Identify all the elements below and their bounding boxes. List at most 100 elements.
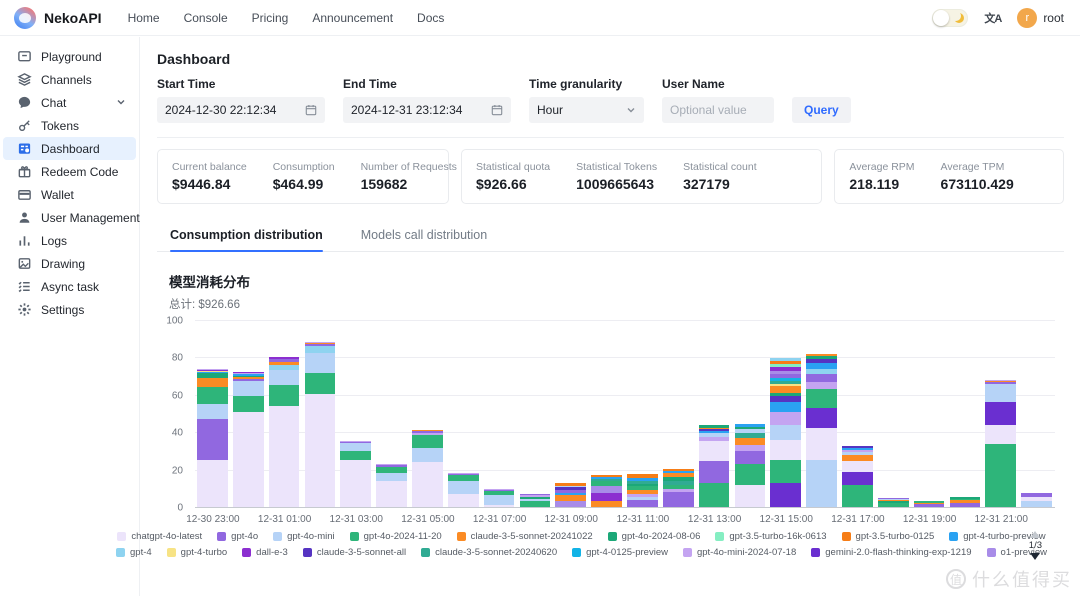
query-button[interactable]: Query (792, 97, 851, 123)
legend-item-claude-3-5-sonnet-20241022[interactable]: claude-3-5-sonnet-20241022 (457, 531, 593, 542)
nav-link-announcement[interactable]: Announcement (312, 11, 393, 25)
stat-label: Number of Requests (361, 161, 457, 173)
app-window: NekoAPI Home Console Pricing Announcemen… (0, 0, 1080, 596)
nav-link-home[interactable]: Home (128, 11, 160, 25)
segment-chatgpt-4o-latest (484, 505, 515, 507)
legend-item-gpt-3.5-turbo-16k-0613[interactable]: gpt-3.5-turbo-16k-0613 (715, 531, 826, 542)
legend-label: claude-3-5-sonnet-20241022 (471, 531, 593, 542)
sidebar-item-settings[interactable]: Settings (3, 298, 136, 321)
legend-item-gpt-4o-mini-2024-07-18[interactable]: gpt-4o-mini-2024-07-18 (683, 547, 796, 558)
tab-models-call-distribution[interactable]: Models call distribution (361, 228, 487, 251)
segment-gpt-4o-2024-11-20 (735, 464, 766, 485)
granularity-select[interactable]: Hour (529, 97, 644, 123)
language-switch-icon[interactable]: 文A (984, 10, 1001, 26)
x-tick-label: 12-31 21:00 (975, 514, 1028, 525)
legend-swatch-icon (842, 532, 851, 541)
stat-label: Current balance (172, 161, 247, 173)
sidebar-item-drawing[interactable]: Drawing (3, 252, 136, 275)
stat-label: Average RPM (849, 161, 914, 173)
legend-label: gpt-4o-mini (287, 531, 335, 542)
legend-pager: 1/3 (1029, 531, 1042, 560)
end-time-input[interactable]: 2024-12-31 23:12:34 (343, 97, 511, 123)
sidebar-item-logs[interactable]: Logs (3, 229, 136, 252)
segment-gpt-4o-mini (448, 481, 479, 494)
segment-gpt-4o (914, 504, 945, 507)
bar-12-31 09:00 (555, 483, 586, 507)
sidebar-item-label: Dashboard (41, 142, 100, 156)
user-name-input[interactable]: Optional value (662, 97, 774, 123)
brand[interactable]: NekoAPI (14, 7, 102, 29)
segment-gpt-4o-2024-11-20 (842, 485, 873, 507)
bar-12-31 15:00 (770, 358, 801, 507)
legend-item-gpt-4o[interactable]: gpt-4o (217, 531, 258, 542)
segment-gpt-4o-mini (340, 443, 371, 450)
legend-item-claude-3-5-sonnet-all[interactable]: claude-3-5-sonnet-all (303, 547, 406, 558)
legend-item-gpt-4o-mini[interactable]: gpt-4o-mini (273, 531, 335, 542)
sidebar-item-channels[interactable]: Channels (3, 68, 136, 91)
sidebar-item-playground[interactable]: Playground (3, 45, 136, 68)
legend-row-1: chatgpt-4o-latestgpt-4ogpt-4o-minigpt-4o… (157, 531, 1006, 542)
stat-value: 1009665643 (576, 176, 657, 192)
y-axis: 020406080100 (157, 321, 189, 508)
bar-12-31 13:00 (699, 425, 730, 507)
calendar-icon[interactable] (305, 104, 317, 116)
legend-swatch-icon (949, 532, 958, 541)
top-navbar: NekoAPI Home Console Pricing Announcemen… (0, 0, 1080, 36)
avatar: r (1017, 8, 1037, 28)
segment-gpt-4o-2024-11-20 (985, 444, 1016, 507)
start-time-value: 2024-12-30 22:12:34 (165, 103, 305, 117)
start-time-input[interactable]: 2024-12-30 22:12:34 (157, 97, 325, 123)
bar-12-31 05:00 (412, 430, 443, 507)
bar-12-31 19:00 (914, 501, 945, 507)
legend-item-gpt-4-turbo[interactable]: gpt-4-turbo (167, 547, 227, 558)
sidebar-item-user-management[interactable]: User Management (3, 206, 136, 229)
sidebar: Playground Channels Chat Tokens Dashboar… (0, 37, 140, 596)
nav-link-pricing[interactable]: Pricing (252, 11, 289, 25)
sidebar-item-dashboard[interactable]: Dashboard (3, 137, 136, 160)
nekoapi-logo-icon (14, 7, 36, 29)
segment-gpt-4o-mini (269, 370, 300, 385)
legend-item-gemini-2.0-flash-thinking-exp-1219[interactable]: gemini-2.0-flash-thinking-exp-1219 (811, 547, 971, 558)
tab-consumption-distribution[interactable]: Consumption distribution (170, 228, 323, 251)
layers-icon (17, 72, 32, 87)
segment-gpt-4o-mini (197, 404, 228, 419)
legend-item-gpt-4o-2024-11-20[interactable]: gpt-4o-2024-11-20 (350, 531, 442, 542)
stat: Number of Requests 159682 (361, 161, 457, 192)
user-menu[interactable]: r root (1017, 8, 1064, 28)
nav-link-console[interactable]: Console (184, 11, 228, 25)
legend-page-up-icon[interactable] (1030, 531, 1040, 538)
task-list-icon (17, 279, 32, 294)
legend-label: gemini-2.0-flash-thinking-exp-1219 (825, 547, 971, 558)
legend-item-gpt-4o-2024-08-06[interactable]: gpt-4o-2024-08-06 (608, 531, 701, 542)
sidebar-item-chat[interactable]: Chat (3, 91, 136, 114)
chevron-down-icon[interactable] (116, 94, 126, 112)
legend-item-dall-e-3[interactable]: dall-e-3 (242, 547, 288, 558)
gift-icon (17, 164, 32, 179)
segment-gpt-4-turbo-preview (770, 402, 801, 411)
bar-12-31 03:00 (340, 441, 371, 507)
main-content: Dashboard Start Time 2024-12-30 22:12:34… (141, 37, 1080, 596)
dark-mode-toggle[interactable] (932, 9, 968, 27)
user-name-placeholder: Optional value (670, 103, 766, 117)
segment-gemini-2.0-flash-thinking-exp-1219 (770, 483, 801, 507)
playground-icon (17, 49, 32, 64)
sidebar-item-tokens[interactable]: Tokens (3, 114, 136, 137)
legend-page-down-icon[interactable] (1030, 553, 1040, 560)
legend-item-chatgpt-4o-latest[interactable]: chatgpt-4o-latest (117, 531, 202, 542)
legend-label: gpt-4-turbo (181, 547, 227, 558)
sidebar-item-wallet[interactable]: Wallet (3, 183, 136, 206)
end-time-label: End Time (343, 77, 511, 91)
legend-item-gpt-4[interactable]: gpt-4 (116, 547, 152, 558)
legend-item-gpt-3.5-turbo-0125[interactable]: gpt-3.5-turbo-0125 (842, 531, 935, 542)
brand-name: NekoAPI (44, 10, 102, 26)
legend-item-gpt-4-0125-preview[interactable]: gpt-4-0125-preview (572, 547, 668, 558)
calendar-icon[interactable] (491, 104, 503, 116)
chart-tabs: Consumption distribution Models call dis… (157, 228, 1064, 252)
sidebar-item-redeem-code[interactable]: Redeem Code (3, 160, 136, 183)
x-tick-label: 12-31 03:00 (330, 514, 383, 525)
nav-link-docs[interactable]: Docs (417, 11, 444, 25)
legend-item-claude-3-5-sonnet-20240620[interactable]: claude-3-5-sonnet-20240620 (421, 547, 557, 558)
segment-gpt-4o-mini (985, 384, 1016, 403)
sidebar-item-label: Drawing (41, 257, 85, 271)
sidebar-item-async-task[interactable]: Async task (3, 275, 136, 298)
